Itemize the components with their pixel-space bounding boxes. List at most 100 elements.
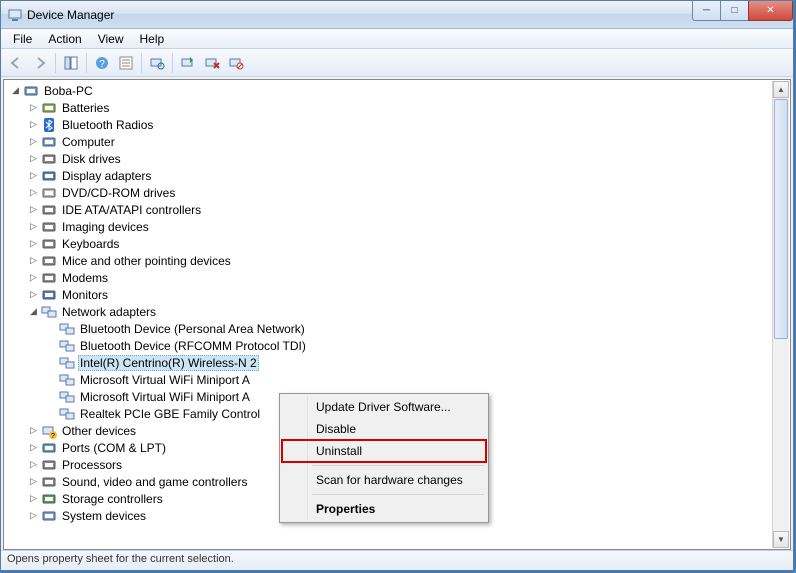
tree-category[interactable]: ▷Imaging devices [6,218,772,235]
toolbar-separator [86,53,87,73]
status-text: Opens property sheet for the current sel… [7,553,234,565]
expand-icon[interactable]: ▷ [28,221,39,232]
window-controls: ─ □ ✕ [692,1,793,21]
expand-icon[interactable]: ▷ [28,187,39,198]
tree-label: Network adapters [60,305,158,319]
device-manager-window: Device Manager ─ □ ✕ File Action View He… [0,0,794,571]
menu-action[interactable]: Action [40,30,89,48]
update-driver-button[interactable] [177,52,199,74]
svg-text:?: ? [51,433,55,439]
tree-category[interactable]: ▷Bluetooth Radios [6,116,772,133]
cpu-icon [41,457,57,473]
scan-hardware-button[interactable] [146,52,168,74]
maximize-button[interactable]: □ [720,1,749,21]
system-icon [41,508,57,524]
tree-label: Sound, video and game controllers [60,475,249,489]
tree-item-adapter[interactable]: Bluetooth Device (Personal Area Network) [6,320,772,337]
toolbar-separator [172,53,173,73]
expand-icon[interactable]: ▷ [28,102,39,113]
expand-icon[interactable]: ▷ [28,459,39,470]
tree-category[interactable]: ▷Monitors [6,286,772,303]
forward-button[interactable] [29,52,51,74]
tree-spacer [46,357,57,368]
expand-icon[interactable]: ▷ [28,204,39,215]
tree-label: Keyboards [60,237,121,251]
expand-icon[interactable]: ▷ [28,476,39,487]
tree-item-adapter[interactable]: Microsoft Virtual WiFi Miniport A [6,371,772,388]
tree-category[interactable]: ▷Disk drives [6,150,772,167]
vertical-scrollbar[interactable]: ▲ ▼ [772,81,789,548]
tree-label: Computer [60,135,117,149]
tree-category[interactable]: ▷ Keyboards [6,235,772,252]
svg-text:?: ? [99,59,105,70]
properties-button[interactable] [115,52,137,74]
scroll-up-button[interactable]: ▲ [773,81,789,98]
tree-label: Processors [60,458,124,472]
show-hide-tree-button[interactable] [60,52,82,74]
uninstall-button[interactable] [201,52,223,74]
mouse-icon [41,253,57,269]
tree-category[interactable]: ▷ Computer [6,133,772,150]
tree-spacer [46,374,57,385]
tree-spacer [46,323,57,334]
minimize-button[interactable]: ─ [692,1,721,21]
scroll-down-button[interactable]: ▼ [773,531,789,548]
menu-view[interactable]: View [90,30,132,48]
cd-icon [41,185,57,201]
tree-label: Mice and other pointing devices [60,254,233,268]
expand-icon[interactable]: ▷ [28,510,39,521]
other-icon: ? [41,423,57,439]
menu-update-driver[interactable]: Update Driver Software... [282,396,486,418]
tree-category[interactable]: ▷ Mice and other pointing devices [6,252,772,269]
tree-category[interactable]: ▷ Modems [6,269,772,286]
expand-icon[interactable]: ▷ [28,153,39,164]
menu-help[interactable]: Help [132,30,173,48]
tree-label: Modems [60,271,110,285]
tree-root[interactable]: ◢Boba-PC [6,82,772,99]
pc-icon [23,83,39,99]
battery-icon [41,100,57,116]
net-icon [59,372,75,388]
expand-icon[interactable]: ▷ [28,493,39,504]
menu-uninstall[interactable]: Uninstall [282,440,486,462]
tree-label: Intel(R) Centrino(R) Wireless-N 2 [78,355,259,371]
tree-label: Bluetooth Device (Personal Area Network) [78,322,307,336]
expand-icon[interactable]: ▷ [28,425,39,436]
expand-icon[interactable]: ▷ [28,289,39,300]
menu-disable[interactable]: Disable [282,418,486,440]
tree-category[interactable]: ▷ IDE ATA/ATAPI controllers [6,201,772,218]
expand-icon[interactable]: ▷ [28,136,39,147]
tree-category[interactable]: ▷Batteries [6,99,772,116]
toolbar-separator [141,53,142,73]
tree-item-adapter[interactable]: Bluetooth Device (RFCOMM Protocol TDI) [6,337,772,354]
tree-category-network[interactable]: ◢ Network adapters [6,303,772,320]
collapse-icon[interactable]: ◢ [28,306,39,317]
net-icon [59,321,75,337]
close-button[interactable]: ✕ [748,1,793,21]
tree-category[interactable]: ▷Display adapters [6,167,772,184]
context-menu-separator [312,494,484,495]
tree-label: IDE ATA/ATAPI controllers [60,203,203,217]
expand-icon[interactable]: ▷ [28,238,39,249]
collapse-icon[interactable]: ◢ [10,85,21,96]
disable-button[interactable] [225,52,247,74]
tree-spacer [46,408,57,419]
tree-label: Microsoft Virtual WiFi Miniport A [78,373,252,387]
scroll-thumb[interactable] [774,99,788,339]
expand-icon[interactable]: ▷ [28,170,39,181]
tree-item-adapter[interactable]: Intel(R) Centrino(R) Wireless-N 2 [6,354,772,371]
expand-icon[interactable]: ▷ [28,442,39,453]
help-button[interactable]: ? [91,52,113,74]
expand-icon[interactable]: ▷ [28,119,39,130]
title-bar[interactable]: Device Manager ─ □ ✕ [1,1,793,29]
tree-label: Microsoft Virtual WiFi Miniport A [78,390,252,404]
tree-label: Bluetooth Device (RFCOMM Protocol TDI) [78,339,308,353]
back-button[interactable] [5,52,27,74]
menu-properties[interactable]: Properties [282,498,486,520]
expand-icon[interactable]: ▷ [28,255,39,266]
expand-icon[interactable]: ▷ [28,272,39,283]
menu-file[interactable]: File [5,30,40,48]
menu-scan-hardware[interactable]: Scan for hardware changes [282,469,486,491]
sound-icon [41,474,57,490]
tree-category[interactable]: ▷DVD/CD-ROM drives [6,184,772,201]
